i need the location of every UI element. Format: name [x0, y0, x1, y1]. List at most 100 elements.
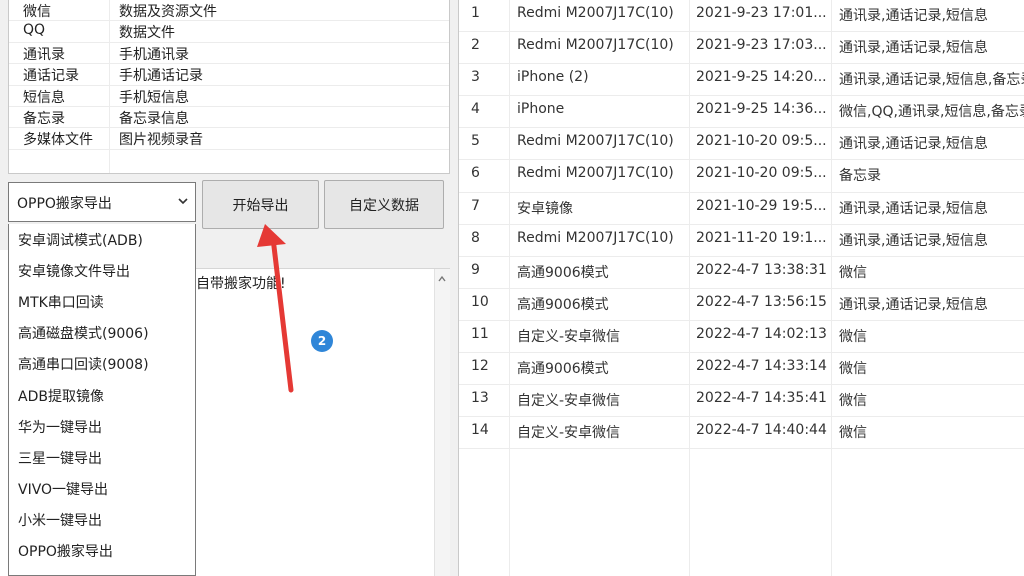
dropdown-option[interactable]: OPPO搬家导出	[9, 536, 195, 567]
record-number: 3	[471, 69, 480, 86]
data-type-name: 微信	[23, 4, 51, 20]
record-number: 4	[471, 101, 480, 118]
record-time: 2022-4-7 13:38:31	[696, 261, 827, 278]
data-type-row[interactable]: 微信 数据及资源文件	[9, 0, 449, 22]
data-type-desc: 图片视频录音	[119, 132, 203, 149]
data-type-row[interactable]: 短信息 手机短信息	[9, 86, 449, 107]
data-type-row[interactable]: 通话记录 手机通话记录	[9, 64, 449, 86]
record-time: 2021-11-20 19:1...	[696, 229, 827, 246]
start-export-button[interactable]: 开始导出	[202, 180, 319, 229]
data-type-desc: 手机短信息	[119, 89, 189, 106]
record-device: 高通9006模式	[517, 361, 609, 378]
dropdown-option[interactable]: 高通磁盘模式(9006)	[9, 318, 195, 349]
table-row[interactable]: 6 Redmi M2007J17C(10) 2021-10-20 09:5... 备忘…	[459, 160, 1024, 193]
table-row[interactable]: 12 高通9006模式 2022-4-7 14:33:14 微信	[459, 353, 1024, 386]
record-content: 通讯录,通话记录,短信息	[839, 8, 988, 24]
data-type-name: 通讯录	[23, 46, 65, 63]
record-number: 2	[471, 37, 480, 54]
record-number: 10	[471, 293, 489, 310]
data-type-row[interactable]: 多媒体文件 图片视频录音	[9, 128, 449, 150]
record-number: 5	[471, 133, 480, 150]
record-content: 通讯录,通话记录,短信息,备忘录	[839, 72, 1024, 89]
record-number: 13	[471, 390, 489, 407]
dropdown-option[interactable]: 华为一键导出	[9, 411, 195, 442]
data-type-desc: 手机通讯录	[119, 46, 189, 63]
data-type-name: 多媒体文件	[23, 132, 93, 149]
dropdown-option[interactable]: 小米一键导出	[9, 505, 195, 536]
record-device: 自定义-安卓微信	[517, 425, 621, 442]
record-time: 2021-9-23 17:03...	[696, 37, 827, 54]
record-time: 2022-4-7 14:02:13	[696, 325, 827, 342]
record-content: 微信	[839, 425, 867, 442]
record-device: 高通9006模式	[517, 264, 609, 281]
record-time: 2022-4-7 14:40:44	[696, 422, 827, 439]
record-time: 2021-10-20 09:5...	[696, 133, 827, 150]
dropdown-option[interactable]: ADB提取镜像	[9, 380, 195, 411]
table-row[interactable]: 9 高通9006模式 2022-4-7 13:38:31 微信	[459, 257, 1024, 289]
table-row[interactable]: 13 自定义-安卓微信 2022-4-7 14:35:41 微信	[459, 385, 1024, 418]
record-number: 9	[471, 261, 480, 278]
table-row[interactable]: 4 iPhone 2021-9-25 14:36... 微信,QQ,通讯录,短信息,备…	[459, 96, 1024, 129]
record-device: 高通9006模式	[517, 296, 609, 313]
record-number: 12	[471, 358, 489, 375]
dropdown-option[interactable]: 高通串口回读(9008)	[9, 349, 195, 380]
data-type-name: QQ	[23, 22, 46, 39]
data-type-desc: 备忘录信息	[119, 110, 189, 127]
record-device: Redmi M2007J17C(10)	[517, 229, 674, 246]
table-row[interactable]: 10 高通9006模式 2022-4-7 13:56:15 通讯录,通话记录,短信息	[459, 289, 1024, 321]
record-content: 微信	[839, 264, 867, 281]
record-device: 自定义-安卓微信	[517, 328, 621, 345]
export-records-table: 1 Redmi M2007J17C(10) 2021-9-23 17:01... 通讯…	[458, 0, 1024, 576]
dropdown-option[interactable]: 安卓镜像文件导出	[9, 255, 195, 286]
dropdown-option[interactable]: 安卓调试模式(ADB)	[9, 224, 195, 255]
record-content: 备忘录	[839, 168, 881, 185]
record-content: 微信	[839, 328, 867, 345]
record-device: Redmi M2007J17C(10)	[517, 5, 674, 21]
log-text: 自带搬家功能!	[196, 276, 286, 292]
log-scrollbar[interactable]	[434, 269, 450, 576]
chevron-down-icon	[178, 198, 188, 205]
record-content: 微信	[839, 393, 867, 410]
custom-data-button[interactable]: 自定义数据	[324, 180, 444, 229]
dropdown-option[interactable]: VIVO一键导出	[9, 474, 195, 505]
dropdown-option[interactable]: 三星一键导出	[9, 442, 195, 473]
export-mode-select[interactable]: OPPO搬家导出	[8, 182, 196, 222]
data-type-row[interactable]: 通讯录 手机通讯录	[9, 43, 449, 65]
record-time: 2021-9-25 14:36...	[696, 101, 827, 118]
table-row[interactable]: 3 iPhone (2) 2021-9-25 14:20... 通讯录,通话记录,短信…	[459, 64, 1024, 97]
record-time: 2021-10-29 19:5...	[696, 197, 827, 214]
data-type-name: 短信息	[23, 89, 65, 106]
log-panel-edge	[0, 250, 8, 576]
record-time: 2022-4-7 13:56:15	[696, 293, 827, 310]
table-row[interactable]: 5 Redmi M2007J17C(10) 2021-10-20 09:5... 通讯…	[459, 128, 1024, 161]
record-number: 8	[471, 229, 480, 246]
record-content: 通讯录,通话记录,短信息	[839, 40, 988, 57]
record-number: 11	[471, 325, 489, 342]
table-row[interactable]: 14 自定义-安卓微信 2022-4-7 14:40:44 微信	[459, 417, 1024, 450]
table-row[interactable]: 7 安卓镜像 2021-10-29 19:5... 通讯录,通话记录,短信息	[459, 193, 1024, 225]
record-time: 2022-4-7 14:33:14	[696, 358, 827, 375]
record-device: iPhone (2)	[517, 69, 589, 86]
table-row[interactable]: 1 Redmi M2007J17C(10) 2021-9-23 17:01... 通讯…	[459, 0, 1024, 33]
record-number: 7	[471, 197, 480, 214]
record-content: 微信	[839, 361, 867, 378]
dropdown-option[interactable]: MTK串口回读	[9, 286, 195, 317]
record-number: 6	[471, 165, 480, 182]
record-device: Redmi M2007J17C(10)	[517, 165, 674, 182]
table-row[interactable]: 8 Redmi M2007J17C(10) 2021-11-20 19:1... 通讯…	[459, 225, 1024, 257]
step-badge: 2	[311, 330, 333, 352]
table-row[interactable]: 11 自定义-安卓微信 2022-4-7 14:02:13 微信	[459, 321, 1024, 354]
record-device: 自定义-安卓微信	[517, 393, 621, 410]
record-content: 通讯录,通话记录,短信息	[839, 296, 988, 313]
record-time: 2021-10-20 09:5...	[696, 165, 827, 182]
data-type-row[interactable]: 备忘录 备忘录信息	[9, 107, 449, 129]
table-row[interactable]: 2 Redmi M2007J17C(10) 2021-9-23 17:03... 通讯…	[459, 32, 1024, 65]
record-device: Redmi M2007J17C(10)	[517, 37, 674, 54]
export-mode-dropdown[interactable]: 安卓调试模式(ADB) 安卓镜像文件导出 MTK串口回读 高通磁盘模式(9006) 高通…	[8, 224, 196, 576]
dropdown-option[interactable]: OPPO克隆导出	[9, 567, 195, 575]
scroll-up-icon[interactable]	[438, 275, 446, 283]
record-time: 2022-4-7 14:35:41	[696, 390, 827, 407]
data-type-row[interactable]: QQ 数据文件	[9, 21, 449, 43]
record-content: 微信,QQ,通讯录,短信息,备忘录	[839, 104, 1024, 121]
record-number: 1	[471, 5, 480, 21]
